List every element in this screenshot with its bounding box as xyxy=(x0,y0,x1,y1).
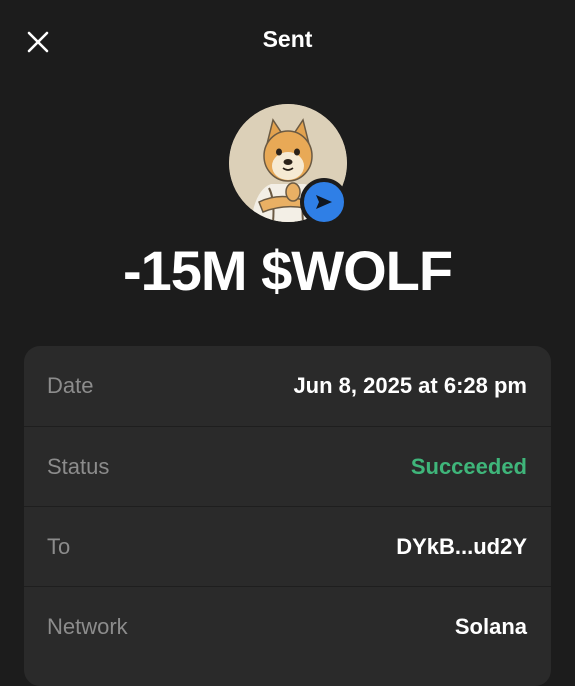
token-avatar xyxy=(229,104,348,226)
status-row: Status Succeeded xyxy=(24,426,551,506)
transaction-amount: -15M $WOLF xyxy=(122,239,453,302)
header: Sent xyxy=(0,0,575,84)
paper-plane-icon xyxy=(316,195,332,209)
to-address-value[interactable]: DYkB...ud2Y xyxy=(396,534,527,560)
status-label: Status xyxy=(47,453,110,479)
network-row: Network Solana xyxy=(24,586,551,666)
date-row: Date Jun 8, 2025 at 6:28 pm xyxy=(24,346,551,426)
to-label: To xyxy=(47,533,71,559)
date-value: Jun 8, 2025 at 6:28 pm xyxy=(293,373,527,398)
sent-badge xyxy=(300,178,348,226)
details-card: Date Jun 8, 2025 at 6:28 pm Status Succe… xyxy=(24,346,551,686)
network-label: Network xyxy=(47,613,128,639)
status-value: Succeeded xyxy=(410,453,527,479)
network-value: Solana xyxy=(454,613,527,639)
to-row[interactable]: To DYkB...ud2Y xyxy=(24,506,551,586)
page-title: Sent xyxy=(262,26,313,52)
date-label: Date xyxy=(47,373,94,398)
